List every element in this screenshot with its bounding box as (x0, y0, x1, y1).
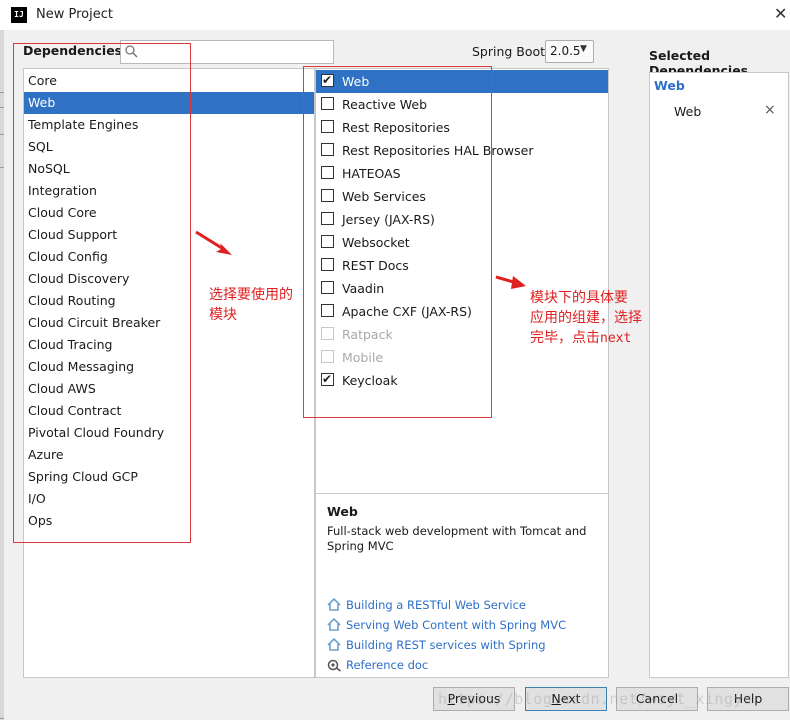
module-label: Mobile (342, 350, 384, 365)
module-label: Keycloak (342, 373, 398, 388)
category-item-cloud-contract[interactable]: Cloud Contract (24, 400, 314, 422)
guide-home-icon (327, 618, 341, 631)
module-checkbox[interactable] (321, 120, 334, 133)
module-checkbox[interactable] (321, 212, 334, 225)
module-checkbox[interactable] (321, 143, 334, 156)
chevron-down-icon: ▼ (580, 44, 587, 54)
remove-dependency-icon[interactable]: × (764, 102, 776, 118)
category-item-i-o[interactable]: I/O (24, 488, 314, 510)
category-item-cloud-config[interactable]: Cloud Config (24, 246, 314, 268)
module-checkbox[interactable] (321, 281, 334, 294)
reference-doc-label: Reference doc (346, 658, 429, 672)
category-item-nosql[interactable]: NoSQL (24, 158, 314, 180)
module-label: REST Docs (342, 258, 409, 273)
category-item-core[interactable]: Core (24, 70, 314, 92)
module-label: Vaadin (342, 281, 385, 296)
description-text: Full-stack web development with Tomcat a… (327, 524, 587, 553)
selected-dependencies-panel: Web Web × (649, 72, 789, 678)
module-item-web[interactable]: ✔ Web (316, 70, 608, 93)
selected-group-label: Web (654, 78, 685, 93)
selected-dependency-item: Web (674, 104, 702, 119)
module-item-jersey-jax-rs[interactable]: Jersey (JAX-RS) (316, 208, 608, 231)
module-item-vaadin[interactable]: Vaadin (316, 277, 608, 300)
search-icon (125, 45, 138, 58)
module-checkbox[interactable] (321, 304, 334, 317)
category-item-pivotal-cloud-foundry[interactable]: Pivotal Cloud Foundry (24, 422, 314, 444)
module-label: HATEOAS (342, 166, 401, 181)
module-label: Rest Repositories HAL Browser (342, 143, 534, 158)
category-item-cloud-core[interactable]: Cloud Core (24, 202, 314, 224)
description-panel: Web Full-stack web development with Tomc… (315, 494, 609, 678)
module-label: Ratpack (342, 327, 393, 342)
cancel-button[interactable]: Cancel (616, 687, 698, 711)
module-checkbox[interactable]: ✔ (321, 372, 334, 386)
title-bar: IJ New Project ✕ (0, 0, 790, 30)
module-checkbox[interactable] (321, 166, 334, 179)
module-label: Web (342, 74, 370, 89)
module-item-web-services[interactable]: Web Services (316, 185, 608, 208)
guide-link-label: Serving Web Content with Spring MVC (346, 618, 567, 632)
help-button[interactable]: Help (707, 687, 789, 711)
module-checkbox[interactable] (321, 97, 334, 110)
category-item-cloud-messaging[interactable]: Cloud Messaging (24, 356, 314, 378)
module-label: Websocket (342, 235, 410, 250)
module-checkbox[interactable] (321, 189, 334, 202)
guide-home-icon (327, 638, 341, 651)
module-checkbox (321, 327, 334, 340)
module-item-rest-repositories[interactable]: Rest Repositories (316, 116, 608, 139)
module-item-mobile: Mobile (316, 346, 608, 369)
category-item-cloud-aws[interactable]: Cloud AWS (24, 378, 314, 400)
category-item-web[interactable]: Web (24, 92, 314, 114)
module-item-websocket[interactable]: Websocket (316, 231, 608, 254)
guide-link-label: Building REST services with Spring (346, 638, 546, 652)
category-item-ops[interactable]: Ops (24, 510, 314, 532)
category-item-template-engines[interactable]: Template Engines (24, 114, 314, 136)
module-item-rest-docs[interactable]: REST Docs (316, 254, 608, 277)
spring-boot-version-select[interactable]: 2.0.5 ▼ (545, 40, 594, 63)
category-item-cloud-tracing[interactable]: Cloud Tracing (24, 334, 314, 356)
category-item-cloud-circuit-breaker[interactable]: Cloud Circuit Breaker (24, 312, 314, 334)
module-checkbox (321, 350, 334, 363)
check-icon: ✔ (322, 73, 333, 87)
guide-home-icon (327, 598, 341, 611)
module-label: Web Services (342, 189, 426, 204)
category-item-integration[interactable]: Integration (24, 180, 314, 202)
category-list: Core Web Template Engines SQL NoSQL Integrati… (23, 68, 315, 678)
intellij-icon: IJ (11, 7, 27, 23)
module-item-keycloak[interactable]: ✔ Keycloak (316, 369, 608, 392)
search-input[interactable] (143, 43, 327, 59)
module-checkbox[interactable] (321, 235, 334, 248)
description-title: Web (327, 504, 358, 519)
next-button[interactable]: Next (525, 687, 607, 711)
previous-button[interactable]: Previous (433, 687, 515, 711)
spring-boot-version-value: 2.0.5 (550, 44, 581, 58)
category-item-azure[interactable]: Azure (24, 444, 314, 466)
module-checkbox[interactable] (321, 258, 334, 271)
background-window-edge (0, 30, 4, 720)
window-title: New Project (36, 7, 113, 22)
category-item-cloud-routing[interactable]: Cloud Routing (24, 290, 314, 312)
spring-boot-label: Spring Boot (472, 44, 546, 59)
close-icon[interactable]: ✕ (774, 4, 787, 23)
module-item-apache-cxf-jax-rs[interactable]: Apache CXF (JAX-RS) (316, 300, 608, 323)
module-label: Jersey (JAX-RS) (342, 212, 435, 227)
module-label: Reactive Web (342, 97, 428, 112)
category-item-cloud-discovery[interactable]: Cloud Discovery (24, 268, 314, 290)
module-list: ✔ Web Reactive Web Rest Repositories Rest Re… (315, 68, 609, 494)
module-checkbox[interactable]: ✔ (321, 73, 334, 87)
check-icon: ✔ (322, 372, 333, 386)
module-item-hateoas[interactable]: HATEOAS (316, 162, 608, 185)
reference-doc-icon (327, 659, 341, 672)
module-item-ratpack: Ratpack (316, 323, 608, 346)
module-label: Apache CXF (JAX-RS) (342, 304, 472, 319)
module-item-rest-repositories-hal-browser[interactable]: Rest Repositories HAL Browser (316, 139, 608, 162)
guide-link-label: Building a RESTful Web Service (346, 598, 527, 612)
dependency-search[interactable] (120, 40, 334, 64)
category-item-sql[interactable]: SQL (24, 136, 314, 158)
dependencies-label: Dependencies (23, 43, 123, 58)
module-item-reactive-web[interactable]: Reactive Web (316, 93, 608, 116)
module-label: Rest Repositories (342, 120, 450, 135)
category-item-spring-cloud-gcp[interactable]: Spring Cloud GCP (24, 466, 314, 488)
category-item-cloud-support[interactable]: Cloud Support (24, 224, 314, 246)
